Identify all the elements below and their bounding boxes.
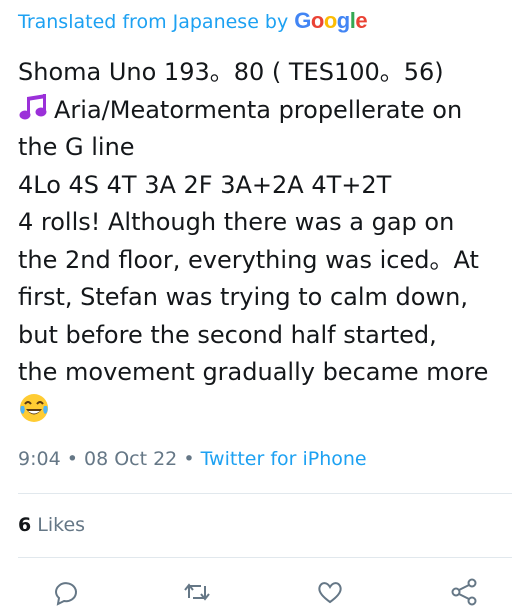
tweet-meta: 9:04 • 08 Oct 22 • Twitter for iPhone: [18, 448, 367, 470]
tweet-source-link[interactable]: Twitter for iPhone: [201, 448, 367, 470]
share-icon[interactable]: [450, 578, 478, 606]
google-logo-letter: o: [323, 8, 337, 33]
laughing-tears-emoji-icon: [20, 393, 48, 422]
google-logo-letter: o: [310, 8, 324, 33]
meta-separator: •: [66, 448, 78, 470]
google-logo: Google: [294, 8, 367, 34]
music-note-icon: [18, 92, 50, 121]
likes-number: 6: [18, 514, 32, 536]
tweet-line-text: Aria/Meatormenta propellerate on: [54, 95, 463, 124]
tweet-line: 4Lo 4S 4T 3A 2F 3A+2A 4T+2T: [18, 170, 392, 199]
tweet-line: the 2nd floor, everything was iced。At: [18, 245, 479, 274]
like-icon[interactable]: [316, 578, 344, 606]
likes-count[interactable]: 6 Likes: [18, 514, 85, 536]
tweet-actions: [0, 574, 530, 606]
translation-label: Translated from Japanese by: [18, 11, 289, 33]
divider: [18, 557, 512, 558]
likes-label: Likes: [37, 514, 86, 536]
tweet-line: the G line: [18, 133, 135, 161]
tweet-line: Aria/Meatormenta propellerate on: [18, 92, 518, 130]
google-logo-letter: g: [336, 8, 350, 33]
reply-icon[interactable]: [52, 578, 80, 606]
google-logo-letter: e: [355, 8, 368, 33]
tweet-date: 08 Oct 22: [83, 448, 178, 470]
tweet-line: but before the second half started,: [18, 320, 437, 349]
retweet-icon[interactable]: [183, 578, 211, 606]
tweet-time: 9:04: [18, 448, 61, 470]
tweet-line: Shoma Uno 193。80 ( TES100。56): [18, 58, 444, 86]
tweet-line: 4 rolls! Although there was a gap on: [18, 208, 455, 236]
emoji-line: [18, 392, 518, 430]
divider: [18, 493, 512, 494]
tweet-line: first, Stefan was trying to calm down,: [18, 283, 468, 311]
tweet-text: Shoma Uno 193。80 ( TES100。56) Aria/Meato…: [18, 54, 518, 429]
meta-separator: •: [183, 448, 195, 470]
google-logo-letter: G: [294, 8, 311, 33]
tweet-line: the movement gradually became more: [18, 358, 489, 386]
translation-attribution[interactable]: Translated from Japanese by Google: [18, 8, 368, 34]
